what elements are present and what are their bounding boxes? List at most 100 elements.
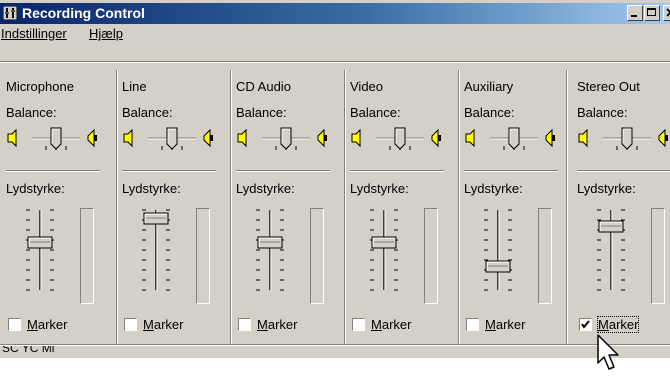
volume-label: Lydstyrke: (122, 181, 181, 196)
maximize-button[interactable] (644, 5, 660, 21)
check-icon (581, 320, 590, 329)
channel-name: Stereo Out (577, 79, 640, 94)
select-label-mnemonic: M (143, 317, 154, 332)
menu-indstillinger[interactable]: Indstillinger (1, 26, 67, 41)
speaker-left-icon (465, 128, 475, 148)
level-meter (424, 208, 438, 304)
volume-slider-graphic (484, 209, 512, 291)
volume-slider[interactable] (2, 202, 116, 302)
checkbox-box[interactable] (352, 318, 365, 331)
select-label-mnemonic: M (27, 317, 38, 332)
volume-slider-graphic (142, 209, 170, 291)
balance-slider-graphic (123, 127, 213, 150)
balance-slider[interactable] (2, 122, 116, 162)
channel-video: Video Balance: Lydstyrke: Marker (346, 70, 460, 346)
balance-slider-graphic (578, 127, 668, 150)
channel-auxiliary: Auxiliary Balance: Lydstyrke: Marker (460, 70, 574, 346)
checkbox-box[interactable] (8, 318, 21, 331)
window-title: Recording Control (22, 5, 145, 21)
minimize-icon (631, 15, 637, 17)
speaker-right-icon (317, 128, 325, 148)
volume-slider[interactable] (118, 202, 232, 302)
speaker-left-icon (351, 128, 361, 148)
balance-slider-graphic (465, 127, 555, 150)
level-meter (80, 208, 94, 304)
volume-slider[interactable] (346, 202, 460, 302)
minimize-button[interactable] (627, 5, 643, 21)
volume-label: Lydstyrke: (350, 181, 409, 196)
balance-label: Balance: (350, 105, 401, 120)
balance-slider[interactable] (232, 122, 346, 162)
channel-line: Line Balance: Lydstyrke: Marker (118, 70, 232, 346)
menu-bar: Indstillinger Hjælp (0, 24, 670, 44)
balance-slider[interactable] (573, 122, 670, 162)
title-bar[interactable]: Recording Control (0, 3, 670, 24)
channel-name: Video (350, 79, 384, 94)
status-bar: SC YC Mi (0, 346, 670, 358)
channel-rule (464, 170, 558, 172)
balance-label: Balance: (6, 105, 57, 120)
volume-slider-graphic (256, 209, 284, 291)
select-label: Marker (485, 317, 526, 332)
recording-control-window: Recording Control Indstillinger Hjælp Mi… (0, 0, 670, 358)
balance-label: Balance: (464, 105, 515, 120)
channel-cd-audio: CD Audio Balance: Lydstyrke: Marker (232, 70, 346, 346)
volume-label: Lydstyrke: (464, 181, 523, 196)
speaker-right-body (552, 135, 555, 141)
select-label: Marker (143, 317, 184, 332)
level-meter (538, 208, 552, 304)
select-label: Marker (371, 317, 412, 332)
channel-rule (236, 170, 330, 172)
speaker-right-body (210, 135, 213, 141)
select-label: Marker (27, 317, 68, 332)
speaker-left-icon (578, 128, 588, 148)
select-label: Marker (596, 316, 640, 333)
checkbox-box[interactable] (579, 318, 592, 331)
menu-indstillinger-label: Indstillinger (1, 26, 67, 41)
speaker-right-body (438, 135, 441, 141)
app-icon (3, 6, 17, 20)
speaker-right-icon (203, 128, 211, 148)
maximize-icon (647, 8, 656, 16)
channel-rule (350, 170, 444, 172)
channel-name: Microphone (6, 79, 74, 94)
volume-slider-graphic (26, 209, 54, 291)
menu-separator (0, 61, 670, 63)
speaker-left-icon (7, 128, 17, 148)
close-icon (666, 8, 670, 17)
channel-name: Line (122, 79, 147, 94)
volume-label: Lydstyrke: (6, 181, 65, 196)
select-label-mnemonic: M (257, 317, 268, 332)
speaker-right-body (324, 135, 327, 141)
select-label-mnemonic: M (598, 317, 609, 332)
speaker-right-icon (87, 128, 95, 148)
level-meter (310, 208, 324, 304)
checkbox-box[interactable] (466, 318, 479, 331)
balance-slider-graphic (351, 127, 441, 150)
close-button[interactable] (663, 5, 670, 21)
volume-slider[interactable] (232, 202, 346, 302)
balance-label: Balance: (577, 105, 628, 120)
balance-label: Balance: (122, 105, 173, 120)
balance-slider-graphic (237, 127, 327, 150)
balance-slider[interactable] (346, 122, 460, 162)
speaker-right-icon (658, 128, 666, 148)
channel-microphone: Microphone Balance: Lydstyrke: Marker (2, 70, 116, 346)
menu-hjaelp[interactable]: Hjælp (89, 26, 123, 41)
channel-rule (6, 170, 100, 172)
select-label: Marker (257, 317, 298, 332)
speaker-right-icon (431, 128, 439, 148)
balance-slider[interactable] (460, 122, 574, 162)
checkbox-box[interactable] (238, 318, 251, 331)
level-meter (196, 208, 210, 304)
status-text: SC YC Mi (2, 346, 55, 355)
volume-label: Lydstyrke: (236, 181, 295, 196)
channel-stereo-out: Stereo Out Balance: Lydstyrke: Marker (573, 70, 670, 346)
speaker-left-icon (123, 128, 133, 148)
select-label-mnemonic: M (371, 317, 382, 332)
balance-slider[interactable] (118, 122, 232, 162)
volume-slider-graphic (370, 209, 398, 291)
channel-name: CD Audio (236, 79, 291, 94)
volume-slider[interactable] (460, 202, 574, 302)
checkbox-box[interactable] (124, 318, 137, 331)
